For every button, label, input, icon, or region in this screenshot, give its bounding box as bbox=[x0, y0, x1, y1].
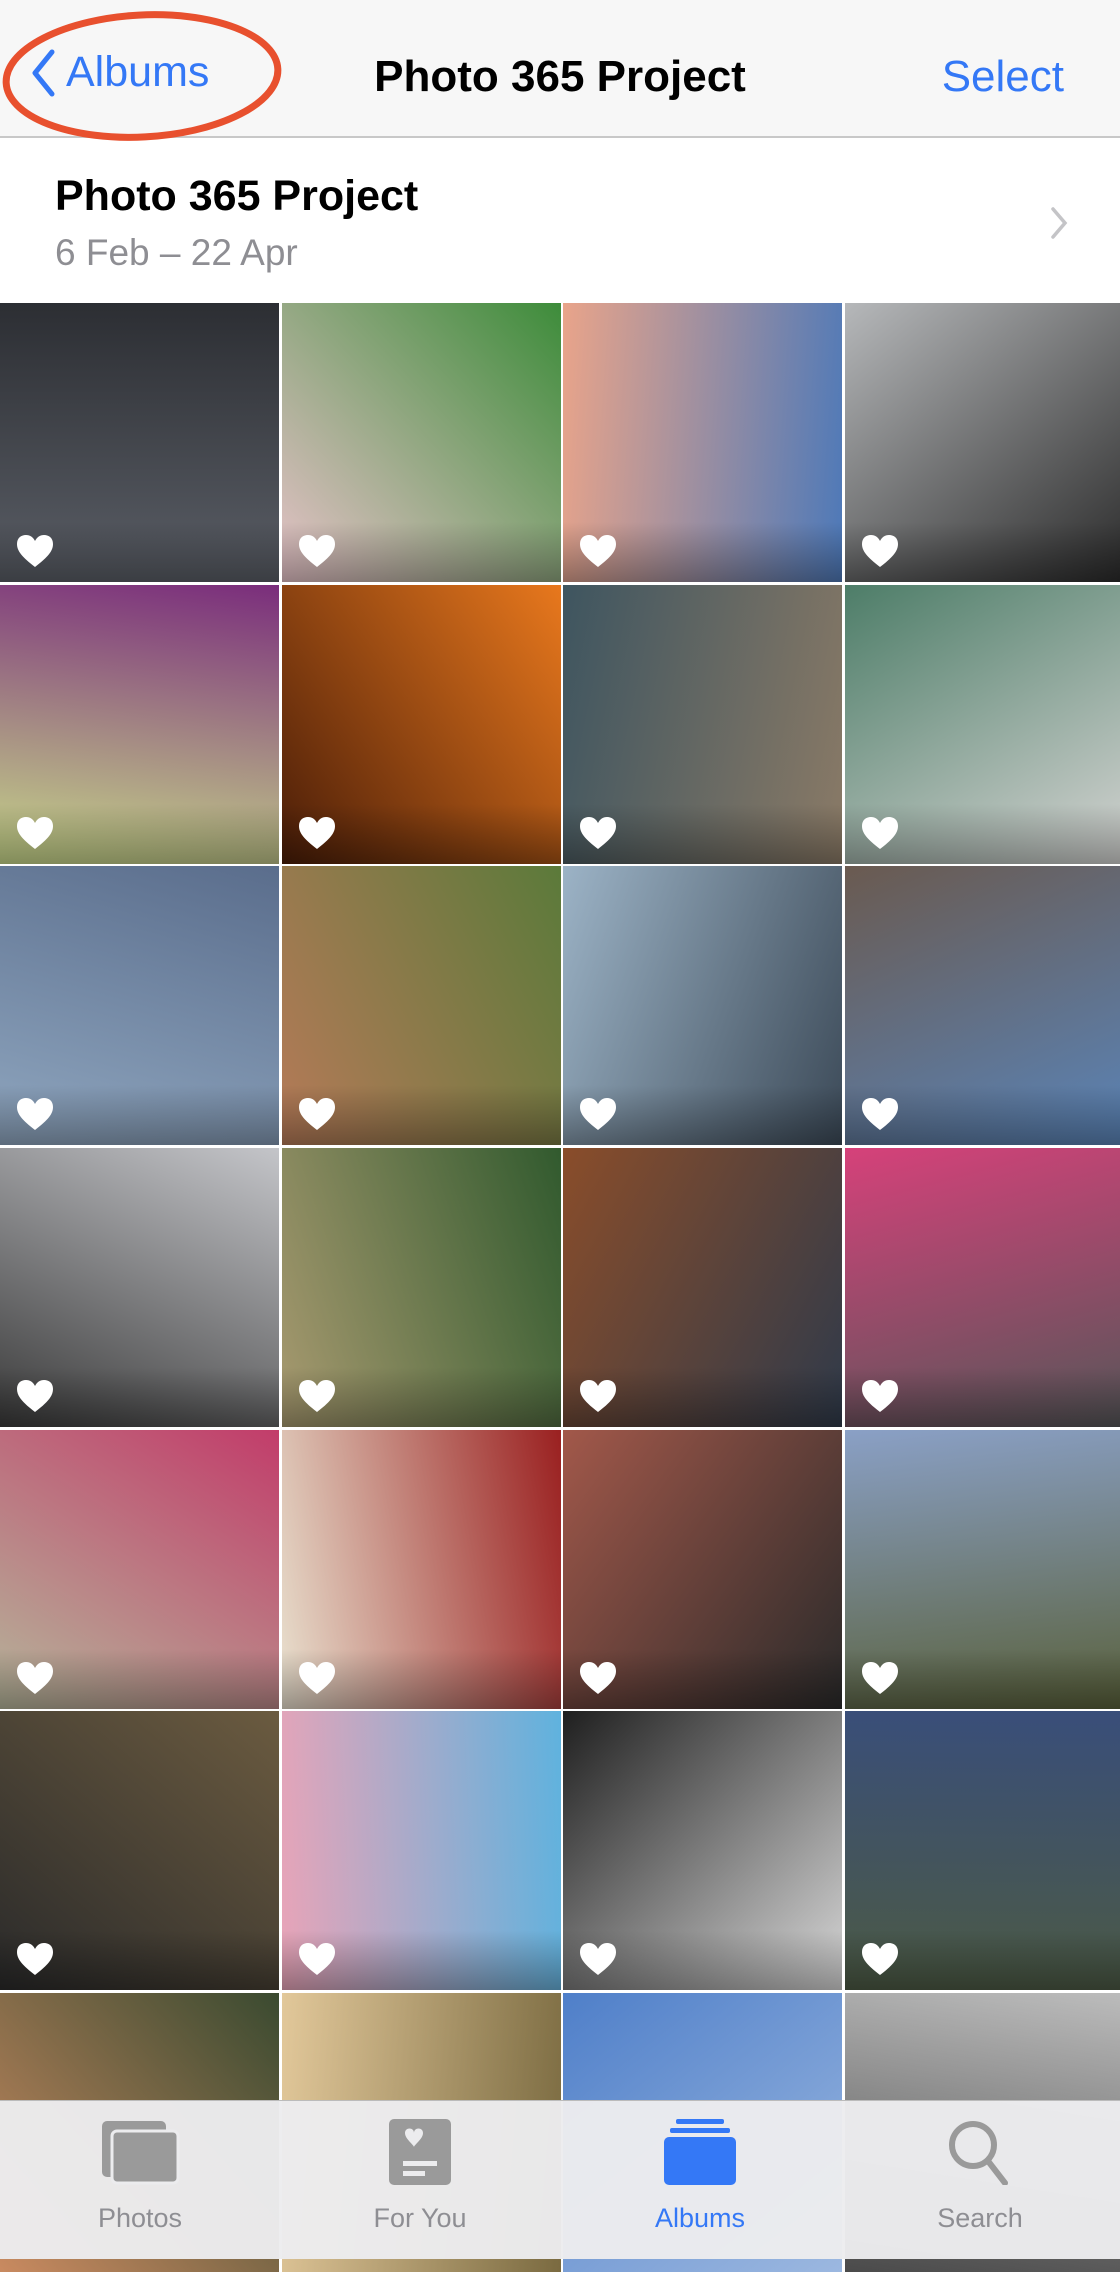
photo-thumbnail[interactable] bbox=[281, 866, 561, 1146]
photo-thumbnail[interactable] bbox=[0, 1429, 279, 1709]
photo-thumbnail[interactable] bbox=[563, 1711, 843, 1991]
favorite-heart-icon bbox=[298, 1380, 335, 1413]
tab-search[interactable]: Search bbox=[840, 2101, 1120, 2259]
tab-bar: Photos For You Albums Search bbox=[0, 2100, 1120, 2259]
favorite-heart-icon bbox=[580, 1380, 617, 1413]
photo-thumbnail[interactable] bbox=[845, 866, 1120, 1146]
photo-thumbnail[interactable] bbox=[281, 1711, 561, 1991]
album-date-range: 6 Feb – 22 Apr bbox=[55, 232, 298, 273]
tab-albums[interactable]: Albums bbox=[560, 2101, 840, 2259]
search-icon bbox=[949, 2121, 1008, 2185]
favorite-heart-icon bbox=[17, 1098, 53, 1131]
favorite-heart-icon bbox=[17, 535, 53, 567]
photo-thumbnail[interactable] bbox=[563, 1429, 843, 1709]
favorite-heart-icon bbox=[298, 1098, 335, 1131]
photo-thumbnail[interactable] bbox=[845, 1429, 1120, 1709]
photo-thumbnail[interactable] bbox=[563, 303, 843, 582]
favorite-heart-icon bbox=[580, 1098, 617, 1131]
album-title: Photo 365 Project bbox=[55, 172, 419, 220]
select-button[interactable]: Select bbox=[942, 52, 1064, 102]
photo-thumbnail[interactable] bbox=[563, 1148, 843, 1428]
favorite-heart-icon bbox=[862, 816, 899, 849]
photo-thumbnail[interactable] bbox=[0, 1711, 279, 1991]
for-you-icon bbox=[389, 2119, 451, 2185]
tab-for-you[interactable]: For You bbox=[280, 2101, 560, 2259]
tab-label: For You bbox=[373, 2203, 467, 2233]
favorite-heart-icon bbox=[862, 1661, 899, 1694]
tab-label: Albums bbox=[654, 2203, 746, 2233]
favorite-heart-icon bbox=[17, 1661, 53, 1694]
favorite-heart-icon bbox=[580, 535, 617, 567]
favorite-heart-icon bbox=[17, 816, 53, 849]
navigation-bar: Albums Photo 365 Project Select bbox=[0, 0, 1120, 138]
photo-thumbnail[interactable] bbox=[281, 1148, 561, 1428]
albums-icon bbox=[664, 2119, 736, 2185]
favorite-heart-icon bbox=[862, 1943, 899, 1976]
photos-icon bbox=[102, 2121, 180, 2185]
photo-thumbnail[interactable] bbox=[845, 584, 1120, 864]
favorite-heart-icon bbox=[862, 535, 899, 567]
favorite-heart-icon bbox=[862, 1380, 899, 1413]
photo-thumbnail[interactable] bbox=[845, 303, 1120, 582]
photo-thumbnail[interactable] bbox=[281, 303, 561, 582]
tab-label: Photos bbox=[97, 2203, 183, 2233]
photo-thumbnail[interactable] bbox=[281, 1429, 561, 1709]
album-header[interactable]: Photo 365 Project 6 Feb – 22 Apr bbox=[0, 140, 1120, 302]
favorite-heart-icon bbox=[17, 1380, 53, 1413]
favorite-heart-icon bbox=[298, 816, 335, 849]
favorite-heart-icon bbox=[862, 1098, 899, 1131]
photo-thumbnail[interactable] bbox=[0, 584, 279, 864]
favorite-heart-icon bbox=[580, 1661, 617, 1694]
favorite-heart-icon bbox=[580, 816, 617, 849]
tab-label: Search bbox=[937, 2203, 1023, 2233]
photo-grid bbox=[0, 303, 1120, 2272]
photo-thumbnail[interactable] bbox=[563, 866, 843, 1146]
favorite-heart-icon bbox=[298, 535, 335, 567]
photo-thumbnail[interactable] bbox=[845, 1148, 1120, 1428]
favorite-heart-icon bbox=[298, 1943, 335, 1976]
photo-thumbnail[interactable] bbox=[0, 866, 279, 1146]
favorite-heart-icon bbox=[17, 1943, 53, 1976]
favorite-heart-icon bbox=[298, 1661, 335, 1694]
photo-thumbnail[interactable] bbox=[563, 584, 843, 864]
tab-photos[interactable]: Photos bbox=[0, 2101, 280, 2259]
photo-thumbnail[interactable] bbox=[0, 1148, 279, 1428]
favorite-heart-icon bbox=[580, 1943, 617, 1976]
photo-thumbnail[interactable] bbox=[845, 1711, 1120, 1991]
photo-thumbnail[interactable] bbox=[0, 303, 279, 582]
photo-thumbnail[interactable] bbox=[281, 584, 561, 864]
chevron-right-icon bbox=[1051, 207, 1068, 239]
